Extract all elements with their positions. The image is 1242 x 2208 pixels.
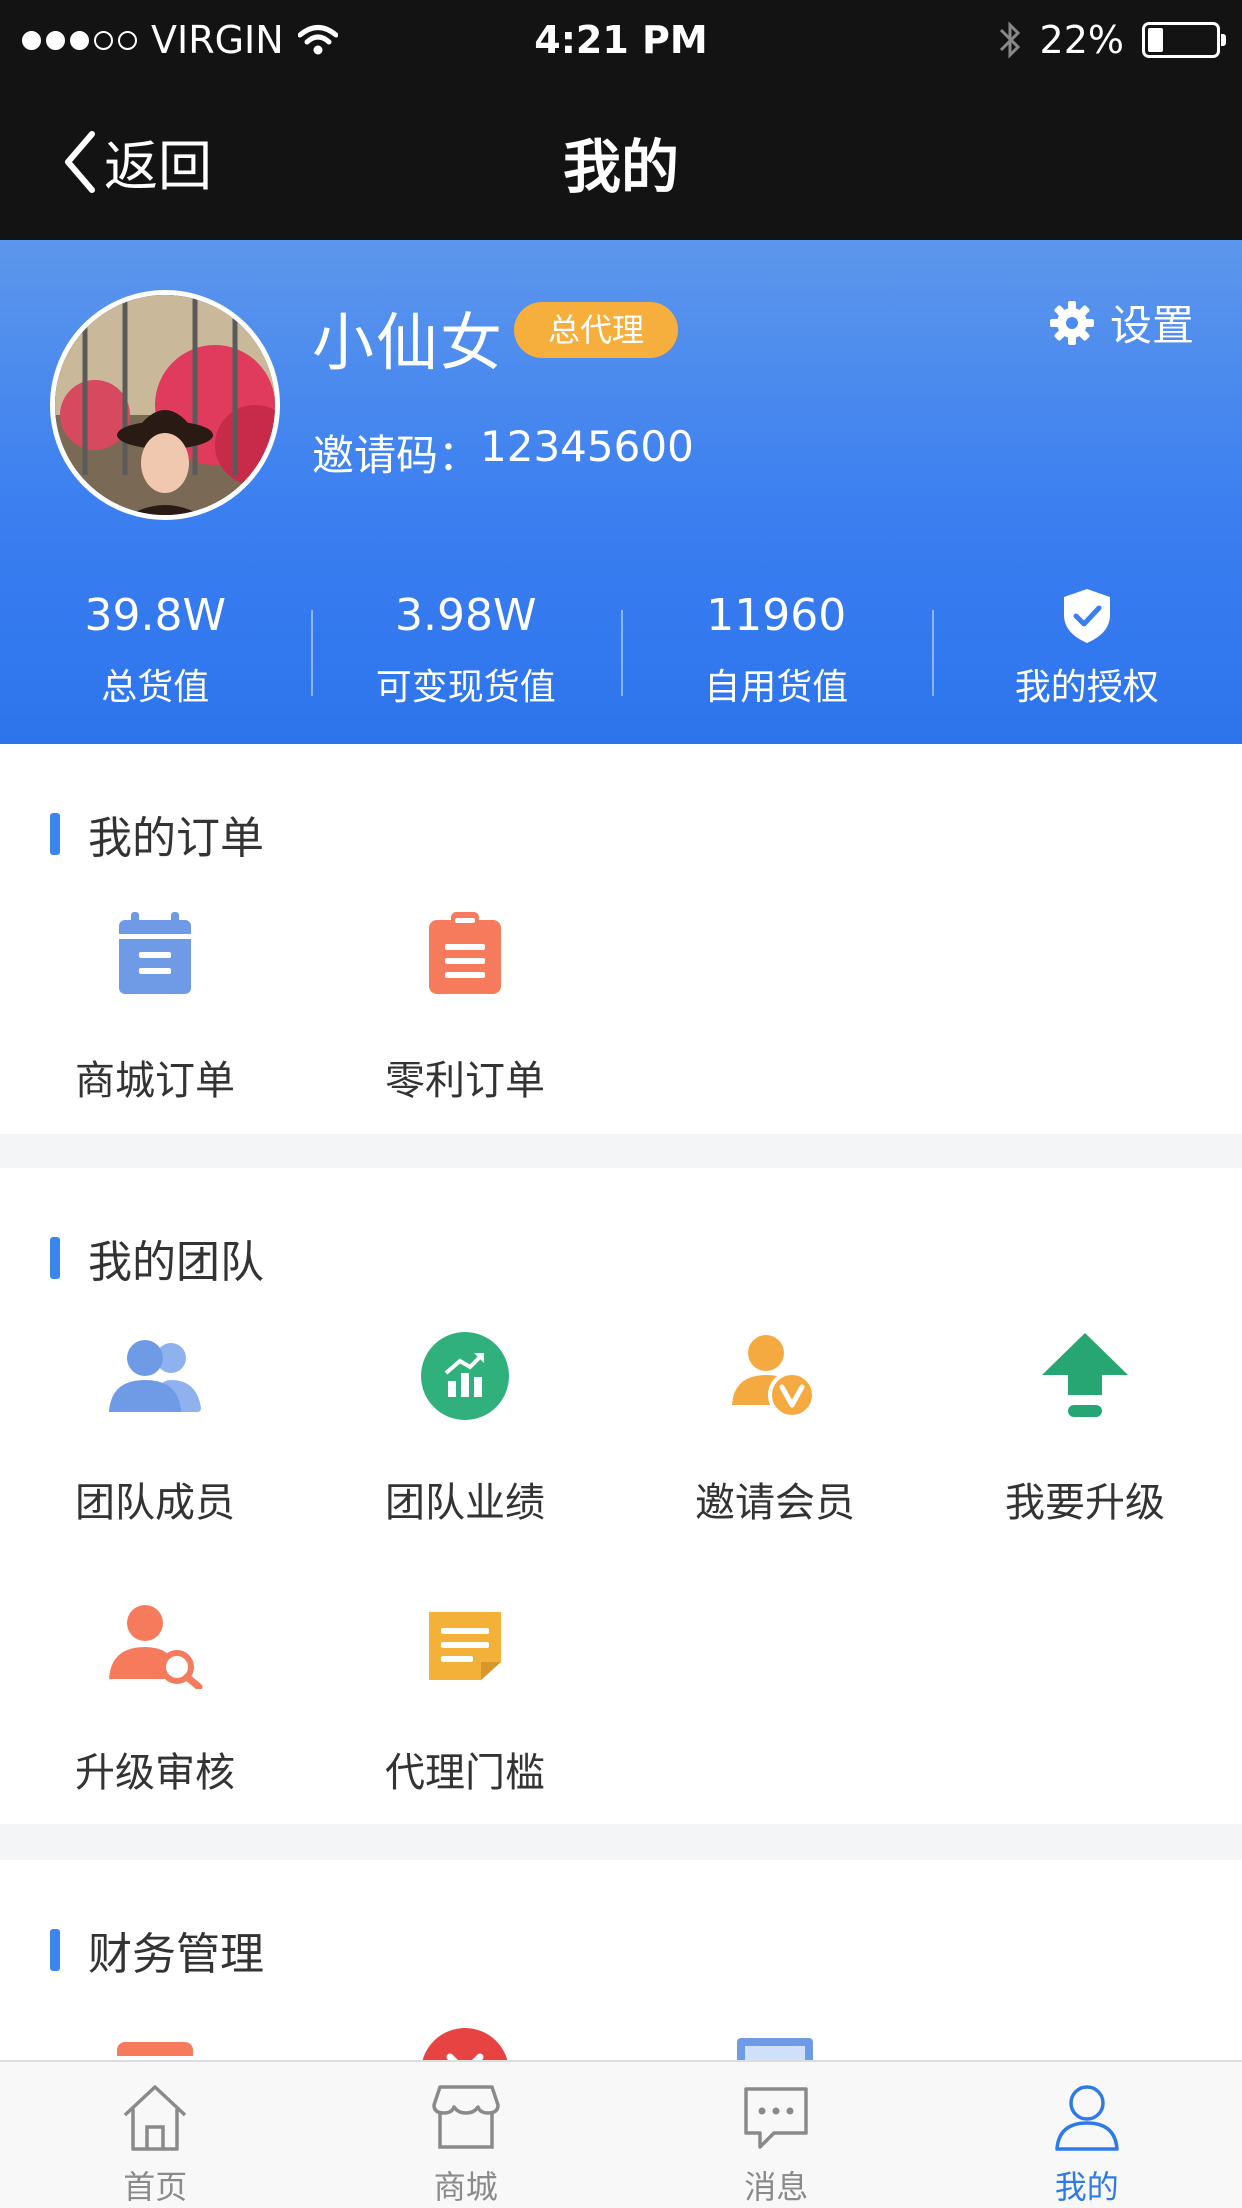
stat-my-authorization[interactable]: 我的授权 bbox=[931, 588, 1242, 718]
stat-label: 总货值 bbox=[101, 667, 210, 708]
team-performance-button[interactable]: 团队业绩 bbox=[310, 1308, 620, 1578]
profile-header: 小仙女 总代理 邀请码： 12345600 设置 39.8W 总货值 3.98W… bbox=[0, 240, 1242, 744]
battery-percent: 22% bbox=[1039, 18, 1124, 62]
cell-label: 我要升级 bbox=[1005, 1480, 1165, 1526]
clipboard-icon bbox=[429, 912, 501, 994]
stat-label: 我的授权 bbox=[1014, 667, 1159, 708]
orders-section: 我的订单 商城订单 零利订单 bbox=[0, 744, 1242, 1134]
user-icon bbox=[1055, 2085, 1119, 2151]
status-right: 22% bbox=[998, 18, 1226, 62]
gear-icon bbox=[1049, 300, 1094, 345]
cell-label: 团队业绩 bbox=[385, 1480, 545, 1526]
avatar-image bbox=[55, 295, 275, 515]
team-members-button[interactable]: 团队成员 bbox=[0, 1308, 310, 1578]
calendar-icon bbox=[119, 912, 191, 994]
nav-bar: 返回 我的 bbox=[0, 84, 1242, 240]
store-icon bbox=[432, 2085, 500, 2149]
top-bar: VIRGIN 4:21 PM 22% 返回 我的 bbox=[0, 0, 1242, 240]
tab-label: 消息 bbox=[744, 2168, 809, 2206]
finance-item-image[interactable] bbox=[620, 2022, 930, 2060]
stats-row: 39.8W 总货值 3.98W 可变现货值 11960 自用货值 我的授权 bbox=[0, 588, 1242, 718]
mall-orders-button[interactable]: 商城订单 bbox=[0, 886, 310, 1156]
invite-label: 邀请码： bbox=[312, 431, 481, 480]
cell-label: 代理门槛 bbox=[385, 1750, 545, 1796]
settings-label: 设置 bbox=[1109, 301, 1194, 350]
stat-value: 3.98W bbox=[395, 590, 537, 641]
stat-value: 39.8W bbox=[84, 590, 226, 641]
finance-section: 财务管理 bbox=[0, 1860, 1242, 2060]
home-icon bbox=[124, 2085, 187, 2151]
cell-label: 商城订单 bbox=[75, 1058, 235, 1104]
image-icon bbox=[737, 2038, 813, 2060]
invite-value: 12345600 bbox=[480, 422, 694, 471]
settings-button[interactable]: 设置 bbox=[1048, 292, 1194, 353]
agent-threshold-button[interactable]: 代理门槛 bbox=[310, 1578, 620, 1848]
tab-messages[interactable]: 消息 bbox=[621, 2062, 932, 2208]
section-title: 我的团队 bbox=[50, 1226, 264, 1290]
bluetooth-icon bbox=[999, 21, 1020, 59]
note-icon bbox=[429, 1612, 501, 1680]
invite-member-button[interactable]: 邀请会员 bbox=[620, 1308, 930, 1578]
section-marker bbox=[50, 813, 60, 855]
tab-label: 商城 bbox=[433, 2168, 498, 2206]
stat-self-use-value[interactable]: 11960 自用货值 bbox=[621, 588, 932, 718]
finance-grid bbox=[0, 2022, 1242, 2060]
finance-item-cancel[interactable] bbox=[310, 2022, 620, 2060]
tab-home[interactable]: 首页 bbox=[0, 2062, 311, 2208]
tab-label: 我的 bbox=[1054, 2168, 1119, 2206]
cell-label: 邀请会员 bbox=[695, 1480, 855, 1526]
section-marker bbox=[50, 1929, 60, 1971]
stat-total-value[interactable]: 39.8W 总货值 bbox=[0, 588, 311, 718]
stat-label: 可变现货值 bbox=[375, 667, 556, 708]
finance-item-card[interactable] bbox=[0, 2022, 310, 2060]
stat-cashable-value[interactable]: 3.98W 可变现货值 bbox=[310, 588, 622, 718]
tab-mall[interactable]: 商城 bbox=[311, 2062, 622, 2208]
message-icon bbox=[744, 2087, 808, 2149]
upgrade-review-button[interactable]: 升级审核 bbox=[0, 1578, 310, 1848]
battery-icon bbox=[1142, 22, 1226, 58]
team-section: 我的团队 团队成员 团队业绩 邀请会员 我要升级 升级审核 代理门槛 bbox=[0, 1168, 1242, 1824]
upgrade-button[interactable]: 我要升级 bbox=[930, 1308, 1240, 1578]
shield-check-icon bbox=[1063, 589, 1110, 643]
stat-label: 自用货值 bbox=[704, 667, 849, 708]
cell-label: 零利订单 bbox=[385, 1058, 545, 1104]
cancel-icon bbox=[422, 2028, 508, 2060]
card-icon bbox=[117, 2042, 193, 2060]
section-title-text: 财务管理 bbox=[88, 1929, 264, 1980]
status-bar: VIRGIN 4:21 PM 22% bbox=[0, 0, 1242, 84]
level-badge: 总代理 bbox=[514, 302, 678, 358]
section-title-text: 我的团队 bbox=[88, 1237, 264, 1288]
cell-label: 团队成员 bbox=[75, 1480, 235, 1526]
battery-fill bbox=[1148, 28, 1163, 52]
avatar[interactable] bbox=[50, 290, 280, 520]
orders-grid: 商城订单 零利订单 bbox=[0, 886, 1242, 1156]
invite-code: 邀请码： 12345600 bbox=[312, 422, 694, 483]
cell-label: 升级审核 bbox=[75, 1750, 235, 1796]
tab-label: 首页 bbox=[123, 2168, 188, 2206]
team-grid: 团队成员 团队业绩 邀请会员 我要升级 升级审核 代理门槛 bbox=[0, 1308, 1242, 1848]
section-marker bbox=[50, 1237, 60, 1279]
section-title-text: 我的订单 bbox=[88, 813, 264, 864]
chart-icon bbox=[421, 1332, 509, 1420]
page-title: 我的 bbox=[562, 133, 679, 201]
invite-vip-icon bbox=[732, 1335, 816, 1419]
section-title: 我的订单 bbox=[50, 802, 264, 866]
user-search-icon bbox=[109, 1605, 203, 1689]
user-name: 小仙女 bbox=[312, 306, 505, 379]
users-icon bbox=[109, 1340, 201, 1412]
zero-profit-orders-button[interactable]: 零利订单 bbox=[310, 886, 620, 1156]
tab-bar: 首页 商城 消息 我的 bbox=[0, 2060, 1242, 2208]
section-title: 财务管理 bbox=[50, 1918, 264, 1982]
stat-value: 11960 bbox=[706, 590, 847, 641]
upgrade-arrow-icon bbox=[1042, 1333, 1128, 1417]
tab-mine[interactable]: 我的 bbox=[932, 2062, 1242, 2208]
